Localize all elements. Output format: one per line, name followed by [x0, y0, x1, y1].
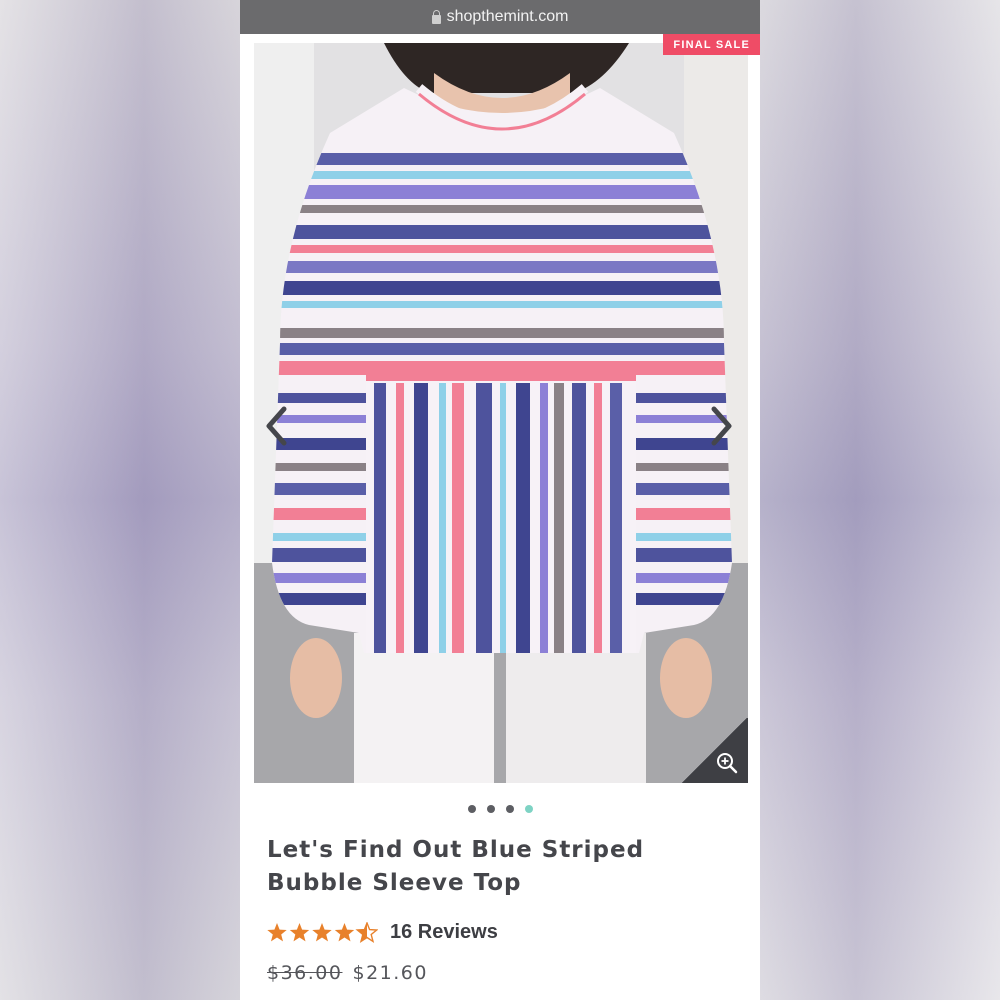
star-full-icon	[267, 922, 287, 941]
star-full-icon	[289, 922, 310, 941]
gallery-dot-4-active[interactable]	[524, 805, 533, 813]
reviews-link[interactable]: 16 Reviews	[390, 921, 498, 944]
lock-icon	[431, 9, 441, 24]
gallery-prev-button[interactable]	[264, 405, 290, 447]
blurred-backdrop-right	[760, 0, 1000, 1000]
original-price: $36.00	[267, 962, 343, 984]
star-icons	[267, 921, 378, 942]
final-sale-badge: FINAL SALE	[663, 34, 760, 55]
star-rating[interactable]	[266, 921, 378, 944]
star-full-icon	[312, 922, 332, 941]
gallery-dot-3[interactable]	[505, 805, 514, 813]
sale-price: $21.60	[352, 962, 428, 984]
chevron-right-icon	[711, 406, 732, 446]
star-full-icon	[334, 922, 355, 941]
product-title: Let's Find Out Blue Striped Bubble Sleev…	[267, 837, 645, 896]
phone-screen: shopthemint.com FINAL SALE Let's Find Ou…	[240, 0, 760, 1000]
star-half-icon	[356, 921, 378, 942]
blurred-backdrop-left	[0, 0, 240, 1000]
price-row: $36.00 $21.60	[267, 962, 428, 984]
gallery-next-button[interactable]	[708, 405, 734, 447]
zoom-button[interactable]	[681, 718, 748, 783]
product-image[interactable]	[254, 43, 748, 783]
chevron-left-icon	[266, 406, 287, 446]
gallery-pagination	[240, 805, 760, 813]
url-text: shopthemint.com	[446, 8, 569, 25]
gallery-dot-2[interactable]	[486, 805, 495, 813]
rating-row: 16 Reviews	[266, 921, 498, 944]
product-photo-illustration	[254, 43, 748, 783]
zoom-in-icon	[717, 753, 738, 774]
address-bar[interactable]: shopthemint.com	[240, 0, 760, 34]
gallery-dot-1[interactable]	[467, 805, 476, 813]
